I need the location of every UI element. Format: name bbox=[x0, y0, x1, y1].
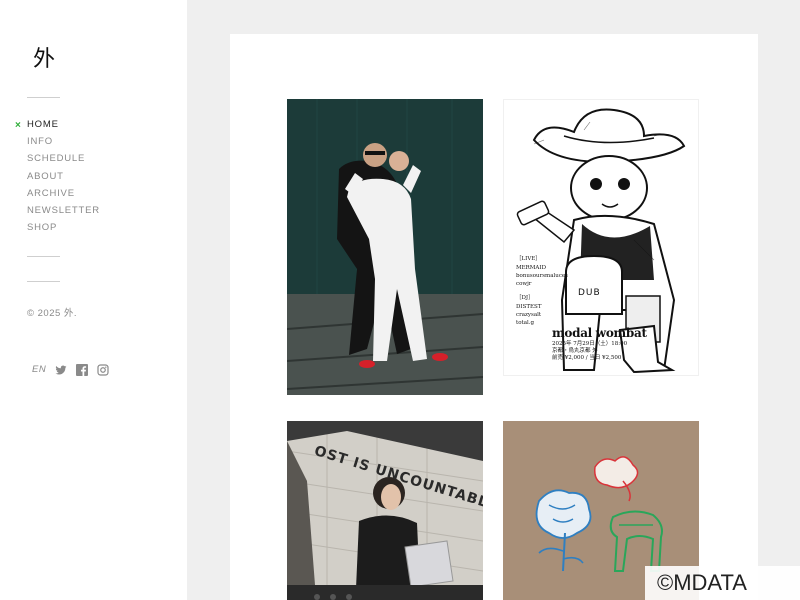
flyer-title: modal wombat bbox=[552, 326, 647, 340]
nav-item-archive[interactable]: ARCHIVE bbox=[27, 187, 100, 204]
flyer-dj-act: crazysalt bbox=[516, 312, 542, 318]
nav-item-label: HOME bbox=[27, 119, 59, 130]
social-links: EN bbox=[32, 363, 109, 376]
nav-item-label: NEWSLETTER bbox=[27, 204, 100, 216]
nav-item-about[interactable]: ABOUT bbox=[27, 170, 100, 187]
instagram-icon[interactable] bbox=[97, 363, 109, 376]
flyer-live-act: MERMAID bbox=[516, 265, 546, 271]
sidebar: 外 × HOME INFO SCHEDULE ABOUT ARCHIVE NEW… bbox=[0, 0, 187, 600]
post-tile-event-flyer[interactable]: DUB ［LIVE］ MERMAID bonusoursmaluces cowj… bbox=[503, 99, 699, 376]
nav-item-shop[interactable]: SHOP bbox=[27, 221, 100, 238]
main-nav: × HOME INFO SCHEDULE ABOUT ARCHIVE NEWSL… bbox=[15, 118, 100, 238]
flyer-dj-label: ［DJ］ bbox=[516, 295, 534, 301]
flyer-price: 前売 ¥2,000 / 当日 ¥2,500 bbox=[552, 355, 622, 361]
nav-item-newsletter[interactable]: NEWSLETTER bbox=[27, 204, 100, 221]
flyer-live-label: ［LIVE］ bbox=[516, 256, 541, 262]
divider bbox=[27, 256, 60, 257]
flyer-dj-act: DISTEST bbox=[516, 304, 542, 310]
nav-item-label: ABOUT bbox=[27, 170, 64, 182]
watermark-text: ©MDATA bbox=[645, 566, 800, 600]
flyer-dj-act: total.g bbox=[516, 320, 535, 326]
nav-item-label: SCHEDULE bbox=[27, 153, 86, 165]
nav-item-label: INFO bbox=[27, 136, 53, 148]
active-marker-icon: × bbox=[15, 120, 22, 131]
nav-item-home[interactable]: × HOME bbox=[15, 118, 100, 135]
facebook-icon[interactable] bbox=[76, 363, 89, 376]
flyer-live-act: cowjr bbox=[516, 281, 532, 287]
divider bbox=[27, 97, 60, 98]
flyer-live-act: bonusoursmaluces bbox=[516, 273, 568, 279]
twitter-icon[interactable] bbox=[55, 363, 67, 375]
nav-item-label: ARCHIVE bbox=[27, 187, 75, 199]
language-toggle[interactable]: EN bbox=[32, 364, 46, 375]
post-tile-duo-photo[interactable] bbox=[287, 99, 483, 395]
flyer-sign-text: DUB bbox=[578, 288, 601, 298]
nav-item-label: SHOP bbox=[27, 222, 58, 234]
nav-item-info[interactable]: INFO bbox=[27, 135, 100, 152]
site-logo[interactable]: 外 bbox=[33, 41, 55, 73]
divider bbox=[27, 281, 60, 282]
copyright-text: © 2025 外. bbox=[27, 308, 78, 319]
duo-posing-photo bbox=[287, 99, 483, 395]
nav-item-schedule[interactable]: SCHEDULE bbox=[27, 152, 100, 169]
post-tile-dj-photo[interactable]: OST IS UNCOUNTABLE bbox=[287, 421, 483, 600]
